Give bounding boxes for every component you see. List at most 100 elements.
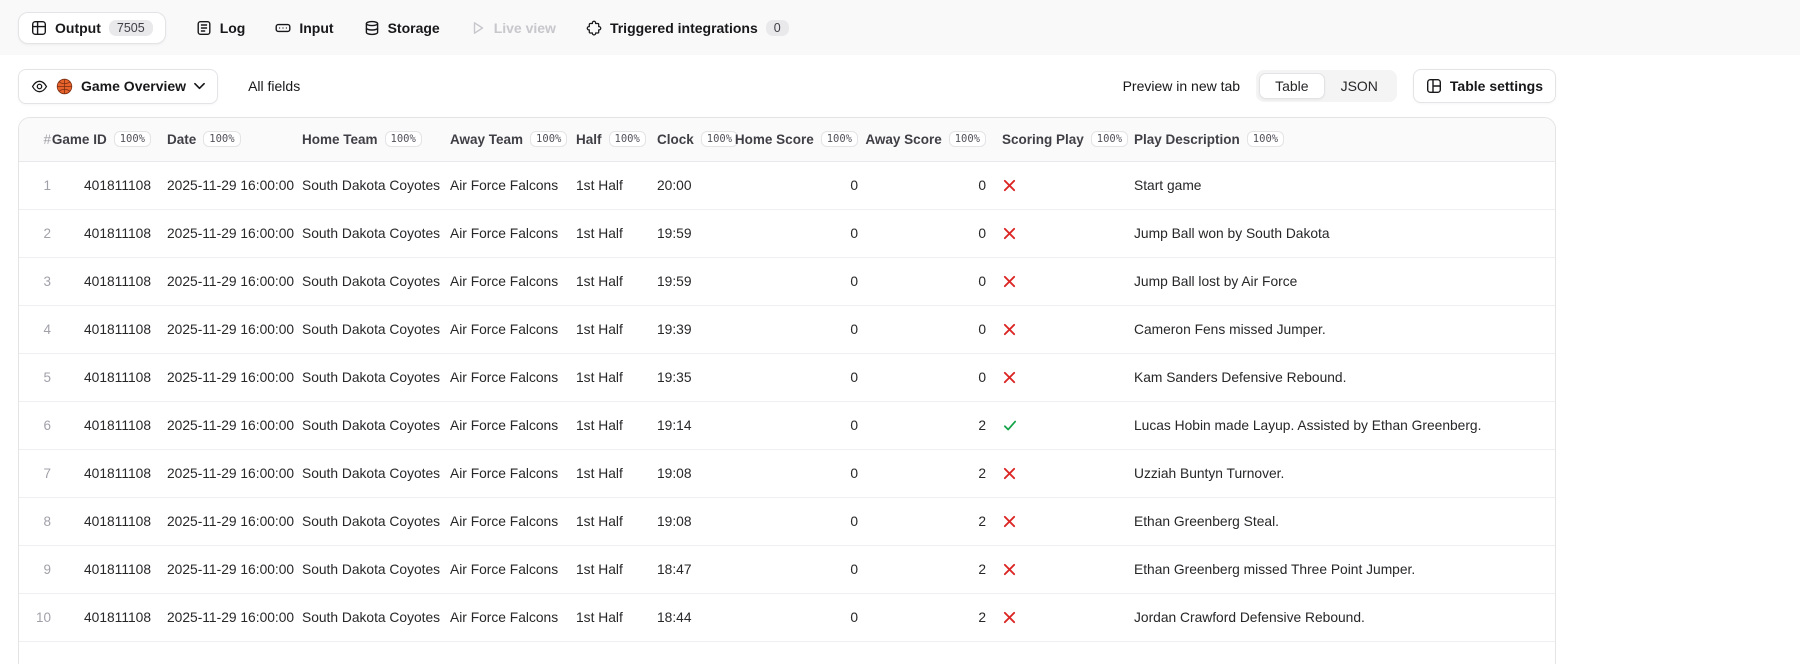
cell-clock[interactable]: 19:14 — [649, 400, 733, 449]
cell-play-description[interactable]: Jordan Crawford Defensive Rebound. — [1126, 592, 1555, 641]
cell-away-score[interactable]: 2 — [866, 400, 994, 449]
cell-clock[interactable]: 19:08 — [649, 496, 733, 545]
tab-input[interactable]: Input — [275, 20, 334, 36]
cell-away-team[interactable]: Air Force Falcons — [442, 304, 568, 353]
preview-in-new-tab-link[interactable]: Preview in new tab — [1123, 78, 1241, 94]
tab-live-view[interactable]: Live view — [470, 20, 556, 36]
column-header-date[interactable]: Date 100% — [159, 118, 294, 162]
cell-half[interactable]: 1st Half — [568, 592, 649, 641]
cell-game-id[interactable]: 401811108 — [59, 544, 159, 593]
cell-play-description[interactable]: Cameron Fens missed Jumper. — [1126, 304, 1555, 353]
cell-date[interactable]: 2025-11-29 16:00:00 — [159, 304, 294, 353]
cell-half[interactable]: 1st Half — [568, 448, 649, 497]
cell-date[interactable]: 2025-11-29 16:00:00 — [159, 352, 294, 401]
cell-home-score[interactable]: 0 — [733, 352, 866, 401]
cell-home-score[interactable]: 0 — [733, 592, 866, 641]
cell-home-team[interactable]: South Dakota Coyotes — [294, 544, 442, 593]
cell-half[interactable]: 1st Half — [568, 161, 649, 209]
cell-away-score[interactable]: 0 — [866, 208, 994, 257]
cell-away-score[interactable]: 0 — [866, 161, 994, 209]
cell-away-score[interactable]: 0 — [866, 304, 994, 353]
cell-away-score[interactable]: 0 — [866, 352, 994, 401]
format-option-json[interactable]: JSON — [1325, 73, 1394, 99]
cell-game-id[interactable]: 401811108 — [59, 256, 159, 305]
cell-away-team[interactable]: Air Force Falcons — [442, 496, 568, 545]
cell-away-team[interactable]: Air Force Falcons — [442, 592, 568, 641]
cell-away-team[interactable]: Air Force Falcons — [442, 256, 568, 305]
column-header-away-score[interactable]: Away Score 100% — [865, 118, 994, 162]
cell-scoring-play[interactable] — [994, 400, 1126, 449]
cell-away-score[interactable]: 2 — [866, 448, 994, 497]
cell-play-description[interactable]: Jump Ball lost by Air Force — [1126, 256, 1555, 305]
cell-away-team[interactable]: Air Force Falcons — [442, 544, 568, 593]
cell-scoring-play[interactable] — [994, 208, 1126, 257]
cell-half[interactable]: 1st Half — [568, 496, 649, 545]
cell-game-id[interactable]: 401811108 — [59, 304, 159, 353]
table-settings-button[interactable]: Table settings — [1412, 69, 1556, 103]
row-number[interactable]: 8 — [19, 496, 59, 545]
cell-scoring-play[interactable] — [994, 544, 1126, 593]
tab-storage[interactable]: Storage — [364, 20, 440, 36]
cell-game-id[interactable]: 401811108 — [59, 592, 159, 641]
cell-half[interactable]: 1st Half — [568, 400, 649, 449]
cell-game-id[interactable]: 401811108 — [59, 208, 159, 257]
cell-clock[interactable]: 19:59 — [649, 256, 733, 305]
cell-date[interactable]: 2025-11-29 16:00:00 — [159, 448, 294, 497]
column-header-home-team[interactable]: Home Team 100% — [294, 118, 442, 162]
column-header-half[interactable]: Half 100% — [568, 118, 649, 162]
cell-clock[interactable]: 18:44 — [649, 592, 733, 641]
cell-home-team[interactable]: South Dakota Coyotes — [294, 208, 442, 257]
cell-home-score[interactable]: 0 — [733, 544, 866, 593]
cell-clock[interactable]: 19:35 — [649, 352, 733, 401]
cell-away-team[interactable]: Air Force Falcons — [442, 208, 568, 257]
cell-game-id[interactable]: 401811108 — [59, 161, 159, 209]
cell-clock[interactable]: 20:00 — [649, 161, 733, 209]
cell-play-description[interactable]: Ethan Greenberg Steal. — [1126, 496, 1555, 545]
cell-away-score[interactable]: 0 — [866, 256, 994, 305]
cell-home-team[interactable]: South Dakota Coyotes — [294, 304, 442, 353]
cell-home-team[interactable]: South Dakota Coyotes — [294, 496, 442, 545]
cell-scoring-play[interactable] — [994, 496, 1126, 545]
cell-half[interactable]: 1st Half — [568, 208, 649, 257]
cell-away-score[interactable]: 2 — [866, 592, 994, 641]
tab-triggered-integrations[interactable]: Triggered integrations 0 — [586, 19, 789, 36]
cell-home-score[interactable]: 0 — [733, 208, 866, 257]
cell-date[interactable]: 2025-11-29 16:00:00 — [159, 544, 294, 593]
tab-log[interactable]: Log — [196, 20, 245, 36]
fields-filter-label[interactable]: All fields — [248, 78, 300, 94]
cell-scoring-play[interactable] — [994, 256, 1126, 305]
cell-away-team[interactable]: Air Force Falcons — [442, 161, 568, 209]
cell-clock[interactable]: 19:59 — [649, 208, 733, 257]
cell-home-team[interactable]: South Dakota Coyotes — [294, 592, 442, 641]
cell-date[interactable]: 2025-11-29 16:00:00 — [159, 161, 294, 209]
cell-home-score[interactable]: 0 — [733, 448, 866, 497]
cell-home-score[interactable]: 0 — [733, 304, 866, 353]
cell-away-score[interactable]: 2 — [866, 496, 994, 545]
cell-play-description[interactable]: Kam Sanders Defensive Rebound. — [1126, 352, 1555, 401]
row-number[interactable]: 4 — [19, 304, 59, 353]
cell-home-team[interactable]: South Dakota Coyotes — [294, 352, 442, 401]
cell-home-team[interactable]: South Dakota Coyotes — [294, 448, 442, 497]
cell-play-description[interactable]: Ethan Greenberg missed Three Point Jumpe… — [1126, 544, 1555, 593]
row-number[interactable]: 1 — [19, 161, 59, 209]
cell-half[interactable]: 1st Half — [568, 544, 649, 593]
row-number[interactable]: 2 — [19, 208, 59, 257]
cell-game-id[interactable]: 401811108 — [59, 496, 159, 545]
cell-home-team[interactable]: South Dakota Coyotes — [294, 256, 442, 305]
format-option-table[interactable]: Table — [1259, 73, 1325, 99]
cell-half[interactable]: 1st Half — [568, 352, 649, 401]
tab-output[interactable]: Output 7505 — [18, 11, 166, 44]
cell-away-team[interactable]: Air Force Falcons — [442, 400, 568, 449]
cell-clock[interactable]: 18:47 — [649, 544, 733, 593]
cell-half[interactable]: 1st Half — [568, 304, 649, 353]
column-header-away-team[interactable]: Away Team 100% — [442, 118, 568, 162]
cell-scoring-play[interactable] — [994, 592, 1126, 641]
cell-away-team[interactable]: Air Force Falcons — [442, 352, 568, 401]
cell-game-id[interactable]: 401811108 — [59, 448, 159, 497]
cell-date[interactable]: 2025-11-29 16:00:00 — [159, 592, 294, 641]
cell-play-description[interactable]: Start game — [1126, 161, 1555, 209]
cell-home-team[interactable]: South Dakota Coyotes — [294, 161, 442, 209]
view-selector-button[interactable]: Game Overview — [18, 68, 219, 104]
cell-date[interactable]: 2025-11-29 16:00:00 — [159, 208, 294, 257]
cell-home-score[interactable]: 0 — [733, 496, 866, 545]
